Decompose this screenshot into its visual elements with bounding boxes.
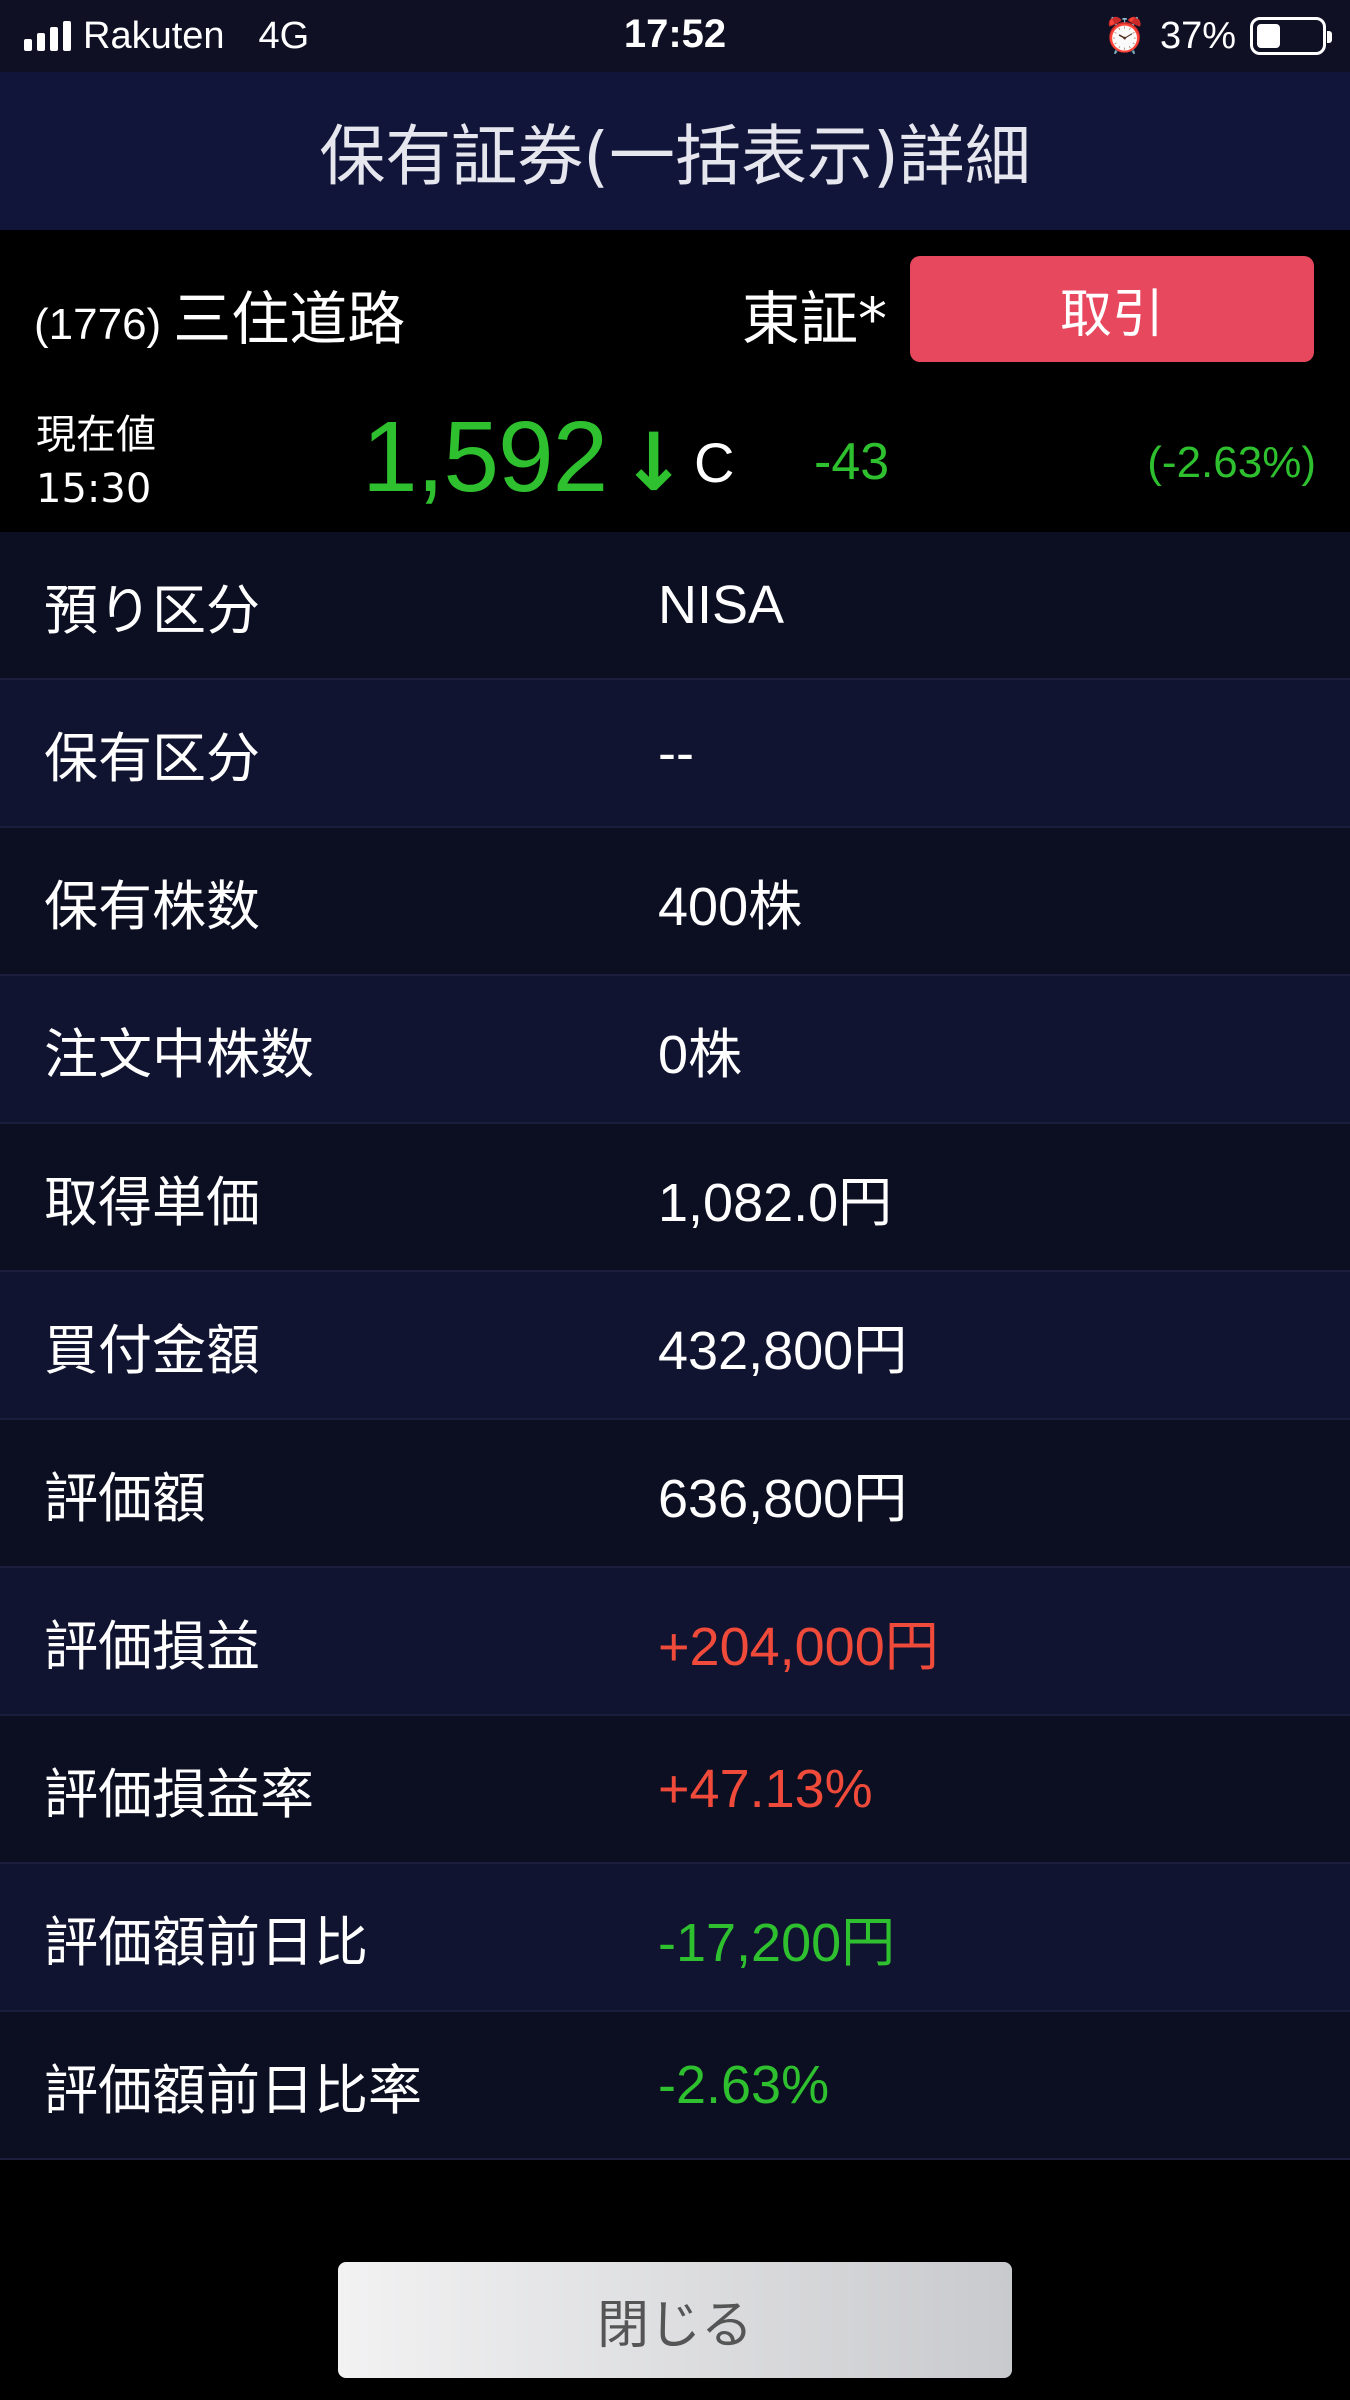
detail-label: 取得単価 xyxy=(44,1170,260,1234)
price-change-percent: (-2.63%) xyxy=(1147,438,1316,487)
detail-row: 評価額前日比率 -2.63% xyxy=(0,2012,1350,2160)
detail-label: 保有区分 xyxy=(44,726,260,790)
battery-icon xyxy=(1250,17,1332,55)
detail-row: 評価損益 +204,000円 xyxy=(0,1568,1350,1716)
current-price-label: 現在値 xyxy=(36,412,156,458)
detail-row: 買付金額 432,800円 xyxy=(0,1272,1350,1420)
detail-label: 保有株数 xyxy=(44,874,260,938)
stock-name: (1776) 三住道路 xyxy=(34,272,405,356)
detail-row: 評価額前日比 -17,200円 xyxy=(0,1864,1350,2012)
detail-label: 預り区分 xyxy=(44,578,260,642)
detail-label: 買付金額 xyxy=(44,1318,260,1382)
detail-row: 保有区分 -- xyxy=(0,680,1350,828)
detail-label: 評価損益 xyxy=(44,1614,260,1678)
holding-detail-table: 預り区分 NISA 保有区分 -- 保有株数 400株 注文中株数 0株 取得単… xyxy=(0,532,1350,2160)
alarm-clock-icon: ⏰ xyxy=(1103,16,1146,56)
close-button[interactable]: 閉じる xyxy=(338,2262,1012,2378)
detail-label: 評価額前日比率 xyxy=(44,2058,422,2122)
stock-company-name: 三住道路 xyxy=(173,285,406,353)
detail-row: 評価損益率 +47.13% xyxy=(0,1716,1350,1864)
market-label: 東証* xyxy=(742,285,888,353)
detail-row: 注文中株数 0株 xyxy=(0,976,1350,1124)
battery-percent: 37% xyxy=(1159,14,1236,57)
price-change: -43 xyxy=(814,433,890,491)
detail-row: 取得単価 1,082.0円 xyxy=(0,1124,1350,1272)
current-price: 1,592 xyxy=(362,401,608,513)
detail-label: 評価額 xyxy=(44,1466,206,1530)
price-label-block: 現在値 15:30 xyxy=(36,408,156,516)
stock-code: (1776) xyxy=(34,300,162,349)
down-arrow-icon: ↓ xyxy=(620,416,688,509)
status-right: ⏰ 37% xyxy=(1103,14,1332,58)
detail-row: 預り区分 NISA xyxy=(0,532,1350,680)
detail-label: 評価損益率 xyxy=(44,1762,314,1826)
detail-label: 注文中株数 xyxy=(44,1022,314,1086)
status-bar: Rakuten 4G 17:52 ⏰ 37% xyxy=(0,0,1350,72)
page-title: 保有証券(一括表示)詳細 xyxy=(319,118,1031,195)
nav-bar: 保有証券(一括表示)詳細 xyxy=(0,72,1350,230)
detail-label: 評価額前日比 xyxy=(44,1910,368,1974)
price-time: 15:30 xyxy=(36,466,152,512)
trade-button[interactable]: 取引 xyxy=(910,256,1314,362)
detail-row: 評価額 636,800円 xyxy=(0,1420,1350,1568)
detail-row: 保有株数 400株 xyxy=(0,828,1350,976)
battery-fill xyxy=(1257,24,1280,48)
price-flag: C xyxy=(694,431,735,494)
